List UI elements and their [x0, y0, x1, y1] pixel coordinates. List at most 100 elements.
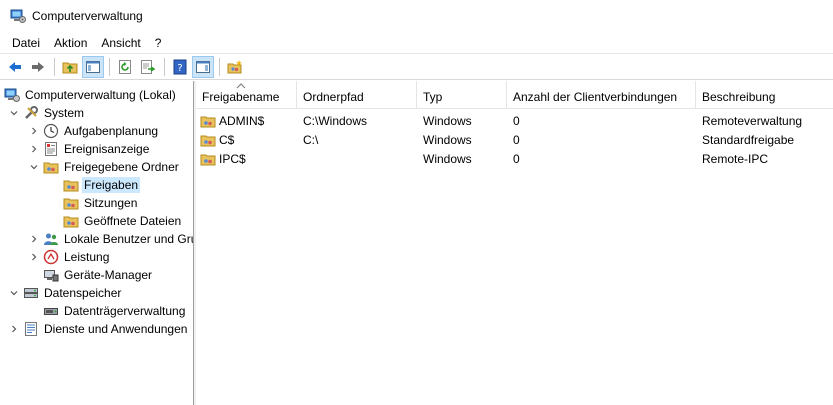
- new-share-icon: [227, 60, 242, 74]
- share-description: Remoteverwaltung: [702, 113, 803, 128]
- console-tree: Computerverwaltung (Lokal) System Aufgab…: [0, 81, 194, 405]
- tree-item-leistung[interactable]: Leistung: [27, 248, 111, 266]
- tree-label: Lokale Benutzer und Gruppen: [64, 232, 193, 246]
- chevron-right-icon[interactable]: [27, 250, 41, 264]
- tree-label: Freigaben: [82, 177, 141, 193]
- column-header-clientverbindungen[interactable]: Anzahl der Clientverbindungen: [507, 81, 696, 109]
- tree-label: Datenträgerverwaltung: [64, 304, 186, 318]
- sort-ascending-icon: [236, 83, 246, 89]
- share-name: C$: [219, 132, 235, 147]
- share-client-count: 0: [513, 113, 520, 128]
- title-bar: Computerverwaltung: [0, 0, 833, 32]
- table-row[interactable]: C$ C:\ Windows 0 Standardfreigabe: [196, 130, 833, 149]
- performance-icon: [43, 249, 59, 265]
- menu-aktion[interactable]: Aktion: [47, 33, 94, 53]
- menu-help[interactable]: ?: [148, 33, 169, 53]
- shared-folder-icon: [63, 216, 79, 228]
- share-path: C:\Windows: [303, 113, 368, 128]
- tree-label: System: [44, 106, 85, 120]
- share-description: Standardfreigabe: [702, 132, 795, 147]
- column-header-freigabename[interactable]: Freigabename: [196, 81, 297, 109]
- tree-item-aufgabenplanung[interactable]: Aufgabenplanung: [27, 122, 160, 140]
- up-folder-button[interactable]: [59, 56, 81, 78]
- tree-item-geraete-manager[interactable]: Geräte-Manager: [41, 266, 154, 284]
- tree-item-sitzungen[interactable]: Sitzungen: [61, 194, 139, 212]
- toolbar-separator: [164, 58, 165, 76]
- tree-item-root[interactable]: Computerverwaltung (Lokal): [2, 86, 178, 104]
- clock-icon: [43, 123, 59, 139]
- chevron-right-icon[interactable]: [27, 124, 41, 138]
- computer-management-icon: [10, 9, 26, 23]
- svg-text:?: ?: [177, 63, 182, 74]
- menu-bar: Datei Aktion Ansicht ?: [0, 32, 833, 54]
- tree-item-dienste[interactable]: Dienste und Anwendungen: [7, 320, 189, 338]
- back-button[interactable]: [4, 56, 26, 78]
- event-viewer-icon: [45, 142, 57, 156]
- tree-item-ereignisanzeige[interactable]: Ereignisanzeige: [27, 140, 151, 158]
- help-button[interactable]: ?: [169, 56, 191, 78]
- show-hide-tree-button[interactable]: [82, 56, 104, 78]
- export-list-icon: [141, 60, 156, 74]
- disk-management-icon: [44, 308, 58, 315]
- shared-folder-icon: [200, 116, 216, 127]
- help-icon: ?: [173, 59, 187, 75]
- tree-label: Ereignisanzeige: [64, 142, 150, 156]
- share-type: Windows: [423, 113, 472, 128]
- share-description: Remote-IPC: [702, 151, 769, 166]
- share-client-count: 0: [513, 151, 520, 166]
- system-tools-icon: [25, 106, 38, 119]
- computer-management-icon: [4, 88, 20, 102]
- device-manager-icon: [44, 270, 59, 282]
- new-share-button[interactable]: [224, 56, 246, 78]
- tree-label: Geräte-Manager: [64, 268, 153, 282]
- tree-item-datentraegerverwaltung[interactable]: Datenträgerverwaltung: [41, 302, 187, 320]
- refresh-button[interactable]: [114, 56, 136, 78]
- menu-datei[interactable]: Datei: [5, 33, 47, 53]
- tree-label: Computerverwaltung (Lokal): [25, 88, 176, 102]
- column-header-ordnerpfad[interactable]: Ordnerpfad: [297, 81, 417, 109]
- storage-icon: [24, 288, 38, 298]
- column-header-beschreibung[interactable]: Beschreibung: [696, 81, 833, 109]
- table-row[interactable]: ADMIN$ C:\Windows Windows 0 Remoteverwal…: [196, 111, 833, 130]
- tree-label: Sitzungen: [84, 196, 138, 210]
- shared-folder-icon: [63, 198, 79, 210]
- back-arrow-icon: [9, 62, 21, 72]
- chevron-down-icon[interactable]: [27, 160, 41, 174]
- column-header-typ[interactable]: Typ: [417, 81, 507, 109]
- tree-label: Aufgabenplanung: [64, 124, 159, 138]
- show-hide-tree-icon: [86, 61, 100, 73]
- chevron-right-icon[interactable]: [7, 322, 21, 336]
- tree-label: Geöffnete Dateien: [84, 214, 182, 228]
- services-icon: [25, 322, 37, 336]
- chevron-right-icon[interactable]: [27, 142, 41, 156]
- up-folder-icon: [62, 62, 78, 74]
- chevron-down-icon[interactable]: [7, 106, 21, 120]
- table-row[interactable]: IPC$ Windows 0 Remote-IPC: [196, 149, 833, 168]
- tree-item-lokale-benutzer[interactable]: Lokale Benutzer und Gruppen: [27, 230, 193, 248]
- toolbar-separator: [54, 58, 55, 76]
- shared-folder-icon: [200, 135, 216, 146]
- forward-button[interactable]: [27, 56, 49, 78]
- chevron-right-icon[interactable]: [27, 232, 41, 246]
- share-client-count: 0: [513, 132, 520, 147]
- share-type: Windows: [423, 132, 472, 147]
- tree-item-freigaben[interactable]: Freigaben: [61, 176, 141, 194]
- window-title: Computerverwaltung: [32, 9, 143, 23]
- tree-item-freigegebene-ordner[interactable]: Freigegebene Ordner: [27, 158, 181, 176]
- shared-folder-icon: [43, 162, 59, 174]
- refresh-icon: [119, 60, 131, 74]
- share-name: IPC$: [219, 151, 246, 166]
- export-list-button[interactable]: [137, 56, 159, 78]
- tree-label: Leistung: [64, 250, 110, 264]
- chevron-down-icon[interactable]: [7, 286, 21, 300]
- menu-ansicht[interactable]: Ansicht: [94, 33, 147, 53]
- tree-item-system[interactable]: System: [7, 104, 86, 122]
- share-type: Windows: [423, 151, 472, 166]
- share-name: ADMIN$: [219, 113, 265, 128]
- shared-folder-icon: [200, 154, 216, 165]
- tree-label: Freigegebene Ordner: [64, 160, 179, 174]
- tree-item-datenspeicher[interactable]: Datenspeicher: [7, 284, 123, 302]
- tree-item-geoeffnete-dateien[interactable]: Geöffnete Dateien: [61, 212, 183, 230]
- show-hide-action-pane-button[interactable]: [192, 56, 214, 78]
- toolbar: ?: [0, 55, 833, 80]
